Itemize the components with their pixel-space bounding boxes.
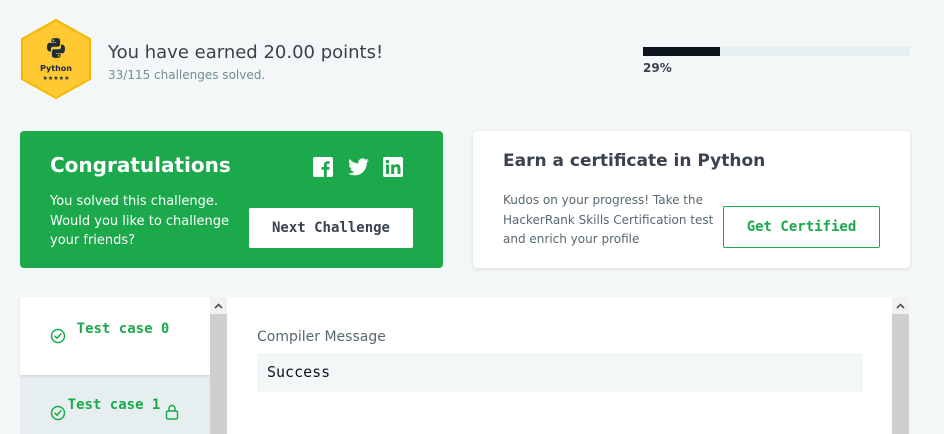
compiler-message-value: Success <box>267 363 331 381</box>
test-case-label: Test case 1 <box>67 397 161 413</box>
python-logo-icon <box>47 38 65 58</box>
certificate-title: Earn a certificate in Python <box>503 151 766 171</box>
compiler-message-box: Success <box>257 353 863 392</box>
next-challenge-button[interactable]: Next Challenge <box>249 208 413 248</box>
points-earned-text: You have earned 20.00 points! <box>108 42 384 63</box>
test-result-panel: Compiler Message Success <box>227 297 892 434</box>
congratulations-title: Congratulations <box>50 153 231 177</box>
test-case-tab-0[interactable]: Test case 0 <box>20 297 210 375</box>
compiler-message-label: Compiler Message <box>257 329 386 345</box>
progress-bar <box>643 47 910 56</box>
badge-language-label: Python <box>40 64 72 73</box>
certificate-message: Kudos on your progress! Take the HackerR… <box>503 193 714 246</box>
facebook-icon[interactable] <box>313 157 333 177</box>
challenges-solved-text: 33/115 challenges solved. <box>108 68 266 82</box>
badge-stars: ★★★★★ <box>42 75 70 82</box>
congratulations-message: You solved this challenge. Would you lik… <box>50 194 229 248</box>
test-case-scrollbar[interactable] <box>210 297 227 434</box>
scroll-up-arrow-icon[interactable] <box>210 297 227 314</box>
test-case-label: Test case 0 <box>76 321 170 337</box>
get-certified-button[interactable]: Get Certified <box>723 206 880 248</box>
scroll-up-arrow-icon[interactable] <box>892 297 909 314</box>
progress-percent: 29% <box>643 61 672 75</box>
check-circle-icon <box>50 328 66 344</box>
twitter-icon[interactable] <box>348 157 369 177</box>
python-badge: Python ★★★★★ <box>20 18 92 100</box>
hexagon-badge-icon <box>21 18 91 100</box>
test-case-list: Test case 0 Test case 1 <box>20 297 210 434</box>
congratulations-card: Congratulations You solved this challeng… <box>20 131 443 268</box>
result-scrollbar[interactable] <box>892 297 909 434</box>
lock-icon <box>165 404 179 420</box>
progress-bar-fill <box>643 47 721 56</box>
linkedin-icon[interactable] <box>383 157 403 177</box>
certificate-card: Earn a certificate in Python Kudos on yo… <box>473 131 910 268</box>
test-case-tab-1[interactable]: Test case 1 <box>20 375 210 434</box>
